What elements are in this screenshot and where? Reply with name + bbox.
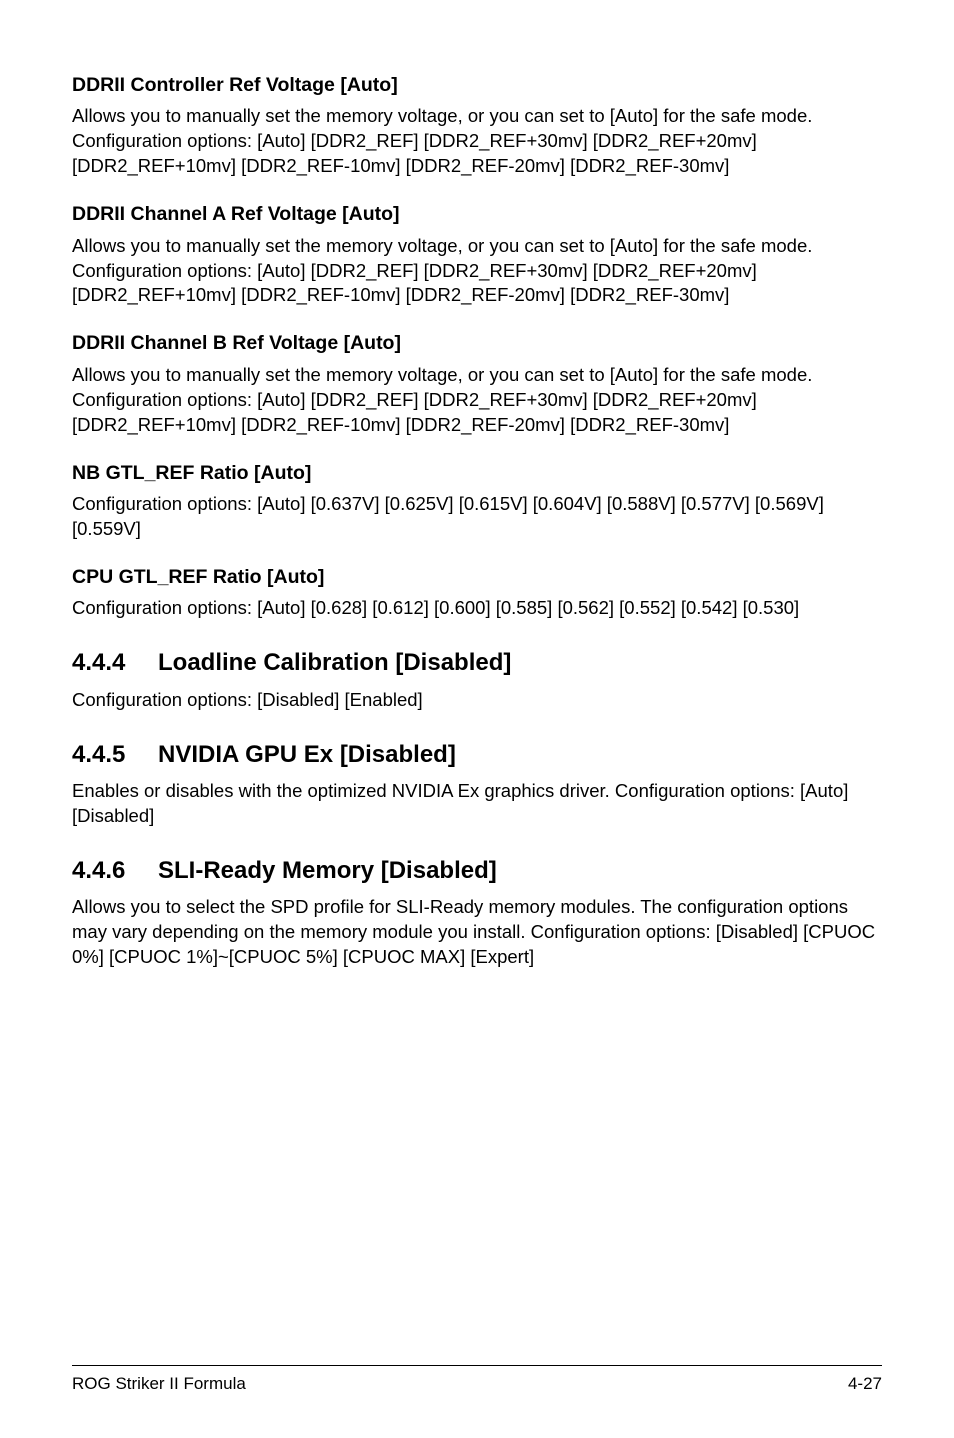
heading-nb-gtl-ref: NB GTL_REF Ratio [Auto] xyxy=(72,460,882,486)
section-number: 4.4.5 xyxy=(72,739,158,771)
heading-ddrii-channel-a: DDRII Channel A Ref Voltage [Auto] xyxy=(72,201,882,227)
heading-nvidia-gpu-ex: 4.4.5 NVIDIA GPU Ex [Disabled] xyxy=(72,739,882,771)
section-number: 4.4.4 xyxy=(72,647,158,679)
body-text: Allows you to select the SPD profile for… xyxy=(72,895,882,970)
body-text: Allows you to manually set the memory vo… xyxy=(72,363,882,388)
heading-cpu-gtl-ref: CPU GTL_REF Ratio [Auto] xyxy=(72,564,882,590)
page-footer: ROG Striker II Formula 4-27 xyxy=(72,1365,882,1394)
footer-left: ROG Striker II Formula xyxy=(72,1374,246,1394)
section-title: SLI-Ready Memory [Disabled] xyxy=(158,855,497,887)
heading-ddrii-controller: DDRII Controller Ref Voltage [Auto] xyxy=(72,72,882,98)
body-text: Allows you to manually set the memory vo… xyxy=(72,104,882,129)
body-text: Configuration options: [Auto] [DDR2_REF]… xyxy=(72,388,882,438)
body-text: Allows you to manually set the memory vo… xyxy=(72,234,882,259)
heading-loadline-calibration: 4.4.4 Loadline Calibration [Disabled] xyxy=(72,647,882,679)
heading-sli-ready-memory: 4.4.6 SLI-Ready Memory [Disabled] xyxy=(72,855,882,887)
heading-ddrii-channel-b: DDRII Channel B Ref Voltage [Auto] xyxy=(72,330,882,356)
body-text: Enables or disables with the optimized N… xyxy=(72,779,882,829)
body-text: Configuration options: [Auto] [DDR2_REF]… xyxy=(72,259,882,309)
section-number: 4.4.6 xyxy=(72,855,158,887)
body-text: Configuration options: [Auto] [DDR2_REF]… xyxy=(72,129,882,179)
body-text: Configuration options: [Disabled] [Enabl… xyxy=(72,688,882,713)
body-text: Configuration options: [Auto] [0.637V] [… xyxy=(72,492,882,542)
section-title: NVIDIA GPU Ex [Disabled] xyxy=(158,739,456,771)
body-text: Configuration options: [Auto] [0.628] [0… xyxy=(72,596,882,621)
footer-right: 4-27 xyxy=(848,1374,882,1394)
section-title: Loadline Calibration [Disabled] xyxy=(158,647,511,679)
